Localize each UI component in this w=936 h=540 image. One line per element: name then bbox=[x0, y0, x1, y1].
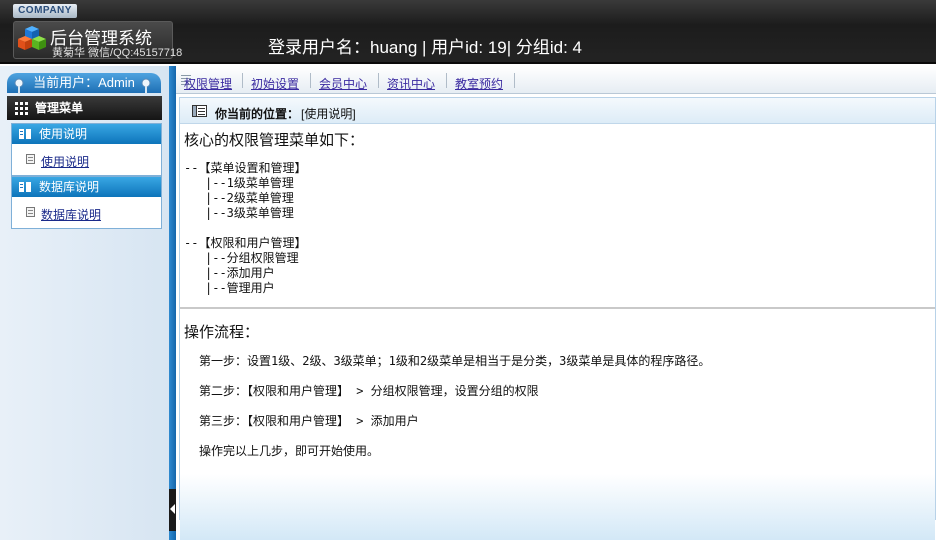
breadcrumb-label: 你当前的位置： bbox=[215, 107, 300, 121]
breadcrumb: 你当前的位置： [使用说明] bbox=[180, 98, 935, 124]
heading-menu: 核心的权限管理菜单如下： bbox=[184, 132, 365, 149]
tree2-root: --【权限和用户管理】 bbox=[184, 236, 307, 250]
window-icon bbox=[192, 105, 207, 117]
collapse-arrow-icon[interactable] bbox=[170, 504, 175, 514]
pin-left-icon bbox=[14, 78, 24, 94]
content-panel: 你当前的位置： [使用说明] 核心的权限管理菜单如下： --【菜单设置和管理】 … bbox=[179, 97, 936, 540]
nav-init-settings[interactable]: 初始设置 bbox=[251, 75, 299, 92]
nav-separator bbox=[310, 73, 311, 88]
book-icon bbox=[19, 129, 31, 139]
top-nav: 权限管理 初始设置 会员中心 资讯中心 教室预约 bbox=[176, 66, 936, 94]
document-icon bbox=[26, 207, 35, 217]
login-info: 登录用户名：huang | 用户id: 19| 分组id: 4 bbox=[268, 38, 582, 57]
section-usage-title: 使用说明 bbox=[39, 127, 88, 141]
current-user-bar: 当前用户：Admin bbox=[7, 73, 161, 93]
divider bbox=[180, 307, 935, 309]
section-usage: 使用说明 使用说明 bbox=[11, 123, 162, 176]
company-badge: COMPANY bbox=[13, 4, 77, 18]
logo-box: 后台管理系统 黄菊华 微信/QQ:45157718 bbox=[13, 21, 182, 59]
section-database: 数据库说明 数据库说明 bbox=[11, 176, 162, 229]
nav-separator bbox=[242, 73, 243, 88]
nav-separator bbox=[446, 73, 447, 88]
menu-header: 管理菜单 bbox=[7, 96, 162, 120]
pin-right-icon bbox=[141, 78, 151, 94]
tree1-item: |--1级菜单管理 bbox=[205, 176, 294, 190]
book-icon bbox=[19, 182, 31, 192]
tree2-item: |--管理用户 bbox=[205, 281, 275, 295]
nav-permission[interactable]: 权限管理 bbox=[184, 75, 232, 92]
nav-member-center[interactable]: 会员中心 bbox=[319, 75, 367, 92]
tree1-item: |--2级菜单管理 bbox=[205, 191, 294, 205]
grid-icon bbox=[15, 102, 28, 115]
footer-fade bbox=[180, 474, 935, 540]
link-database[interactable]: 数据库说明 bbox=[41, 206, 101, 223]
document-icon bbox=[26, 154, 35, 164]
menu-title: 管理菜单 bbox=[35, 101, 84, 115]
tree1-item: |--3级菜单管理 bbox=[205, 206, 294, 220]
sidebar-splitter[interactable] bbox=[169, 66, 176, 540]
nav-separator bbox=[378, 73, 379, 88]
section-database-title: 数据库说明 bbox=[39, 180, 100, 194]
tree1-root: --【菜单设置和管理】 bbox=[184, 161, 307, 175]
step-2: 第二步：【权限和用户管理】 > 分组权限管理，设置分组的权限 bbox=[199, 384, 539, 398]
sidebar: 当前用户：Admin 管理菜单 使用说明 使用说明 数据库说明 数据库说明 bbox=[0, 66, 169, 540]
link-usage[interactable]: 使用说明 bbox=[41, 153, 89, 170]
heading-process: 操作流程： bbox=[184, 324, 260, 341]
tree2-item: |--添加用户 bbox=[205, 266, 275, 280]
header: COMPANY 后台管理系统 黄菊华 微信/QQ:45157718 登录用户名：… bbox=[0, 0, 936, 64]
app-author: 黄菊华 微信/QQ:45157718 bbox=[52, 47, 183, 59]
step-3: 第三步：【权限和用户管理】 > 添加用户 bbox=[199, 414, 419, 428]
section-database-header[interactable]: 数据库说明 bbox=[12, 177, 161, 197]
logo-cubes-icon bbox=[18, 26, 46, 50]
step-1: 第一步：设置1级、2级、3级菜单；1级和2级菜单是相当于是分类，3级菜单是具体的… bbox=[199, 354, 711, 368]
main-content: 你当前的位置： [使用说明] 核心的权限管理菜单如下： --【菜单设置和管理】 … bbox=[176, 94, 936, 540]
breadcrumb-value: [使用说明] bbox=[301, 107, 356, 121]
step-final: 操作完以上几步，即可开始使用。 bbox=[199, 444, 380, 458]
tree2-item: |--分组权限管理 bbox=[205, 251, 299, 265]
nav-classroom-booking[interactable]: 教室预约 bbox=[455, 75, 503, 92]
section-usage-header[interactable]: 使用说明 bbox=[12, 124, 161, 144]
nav-separator bbox=[514, 73, 515, 88]
nav-news-center[interactable]: 资讯中心 bbox=[387, 75, 435, 92]
